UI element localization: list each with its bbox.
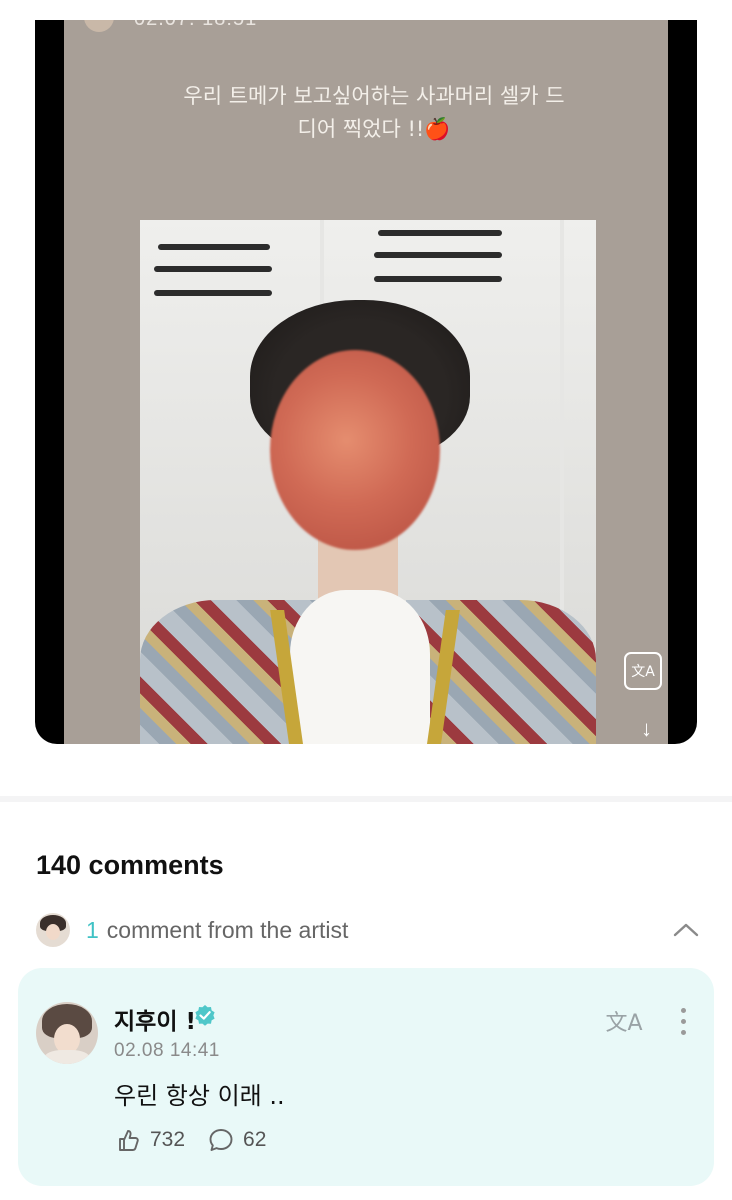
commenter-name[interactable]: 지후이 ! — [114, 1002, 196, 1036]
artist-avatar — [36, 913, 70, 947]
blurred-apple-face — [270, 350, 440, 550]
story-timestamp: 02.07. 18:51 — [134, 20, 257, 31]
reply-count: 62 — [243, 1128, 267, 1151]
locker-vent — [154, 266, 272, 272]
translate-icon[interactable]: 文A — [624, 652, 662, 690]
selfie-photo — [140, 220, 596, 744]
reply-icon[interactable] — [207, 1126, 235, 1154]
section-divider — [0, 796, 732, 802]
chevron-up-icon[interactable] — [672, 916, 700, 944]
locker-vent — [154, 290, 272, 296]
more-options-icon[interactable] — [678, 1008, 688, 1038]
story-caption-line: 디어 찍었다 !!🍎 — [297, 117, 451, 141]
locker-vent — [158, 244, 270, 250]
like-icon[interactable] — [114, 1126, 142, 1154]
comment-text: 우린 항상 이래 .. — [114, 1082, 285, 1110]
story-caption-line: 우리 트메가 보고싶어하는 사과머리 셀카 드 — [183, 84, 565, 108]
like-count: 732 — [150, 1128, 186, 1151]
artist-comment-count: 1 — [86, 916, 99, 943]
post-media-card[interactable]: 02.07. 18:51 우리 트메가 보고싶어하는 사과머리 셀카 드 디어 … — [35, 20, 697, 744]
comments-count-heading: 140 comments — [36, 850, 224, 880]
artist-comments-toggle[interactable]: 1 comment from the artist — [36, 912, 700, 948]
story-avatar — [84, 20, 114, 32]
locker-vent — [378, 230, 502, 236]
translate-icon[interactable]: 文A — [604, 1004, 644, 1038]
artist-comment-label: comment from the artist — [106, 916, 349, 943]
story-image[interactable]: 02.07. 18:51 우리 트메가 보고싶어하는 사과머리 셀카 드 디어 … — [64, 20, 668, 744]
comment-actions: 732 62 — [114, 1126, 288, 1154]
white-shirt — [290, 590, 430, 744]
locker-vent — [374, 276, 502, 282]
commenter-avatar[interactable] — [36, 1002, 98, 1064]
locker-vent — [374, 252, 502, 258]
verified-badge-icon — [195, 1005, 215, 1026]
story-caption: 우리 트메가 보고싶어하는 사과머리 셀카 드 디어 찍었다 !!🍎 — [134, 80, 614, 146]
arrow-down-icon[interactable]: ↓ — [641, 718, 652, 740]
comment-timestamp: 02.08 14:41 — [114, 1040, 220, 1061]
artist-comment-card: 지후이 ! 02.08 14:41 우린 항상 이래 .. 732 62 文A — [18, 968, 714, 1186]
